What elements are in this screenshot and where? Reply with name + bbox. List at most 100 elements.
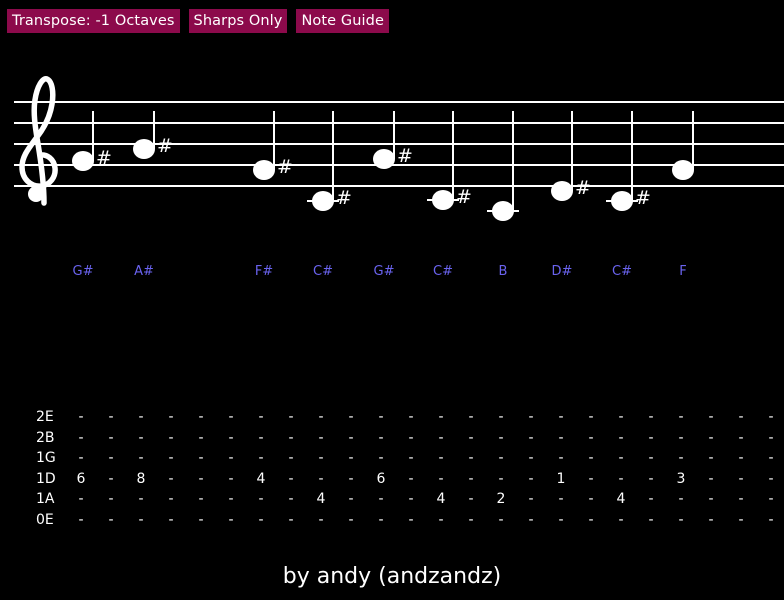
tab-cell-empty[interactable]: - [463, 450, 479, 467]
tab-cell-empty[interactable]: - [283, 512, 299, 529]
tab-cell-empty[interactable]: - [163, 430, 179, 447]
tab-cell-empty[interactable]: - [313, 450, 329, 467]
tab-cell-empty[interactable]: - [583, 491, 599, 508]
tab-cell-empty[interactable]: - [493, 471, 509, 488]
tab-cell-empty[interactable]: - [433, 450, 449, 467]
tab-cell-empty[interactable]: - [343, 512, 359, 529]
tab-cell-empty[interactable]: - [703, 512, 719, 529]
tab-cell-empty[interactable]: - [583, 512, 599, 529]
tab-cell-empty[interactable]: - [133, 450, 149, 467]
tab-cell-empty[interactable]: - [193, 430, 209, 447]
tab-cell-empty[interactable]: - [103, 430, 119, 447]
tab-cell-empty[interactable]: - [733, 471, 749, 488]
tab-cell-empty[interactable]: - [643, 512, 659, 529]
tab-cell-empty[interactable]: - [193, 450, 209, 467]
tab-cell-empty[interactable]: - [313, 471, 329, 488]
tab-cell-empty[interactable]: - [763, 491, 779, 508]
tab-cell-empty[interactable]: - [703, 450, 719, 467]
tab-cell-empty[interactable]: - [163, 409, 179, 426]
tab-cell-empty[interactable]: - [463, 491, 479, 508]
tab-cell-empty[interactable]: - [463, 471, 479, 488]
tab-cell-empty[interactable]: - [403, 430, 419, 447]
tab-cell-empty[interactable]: - [343, 430, 359, 447]
tab-cell-empty[interactable]: - [643, 450, 659, 467]
tab-cell-empty[interactable]: - [103, 471, 119, 488]
tab-cell-empty[interactable]: - [133, 491, 149, 508]
tab-cell-empty[interactable]: - [613, 450, 629, 467]
tab-cell-empty[interactable]: - [733, 409, 749, 426]
tab-cell-fret[interactable]: 6 [73, 471, 89, 488]
tab-cell-empty[interactable]: - [313, 512, 329, 529]
tab-cell-empty[interactable]: - [763, 512, 779, 529]
tab-cell-empty[interactable]: - [313, 409, 329, 426]
tab-cell-empty[interactable]: - [343, 409, 359, 426]
tab-cell-empty[interactable]: - [283, 430, 299, 447]
tab-cell-empty[interactable]: - [733, 491, 749, 508]
tab-cell-empty[interactable]: - [523, 409, 539, 426]
tab-cell-empty[interactable]: - [583, 409, 599, 426]
tab-cell-empty[interactable]: - [343, 491, 359, 508]
tab-cell-empty[interactable]: - [73, 491, 89, 508]
tab-cell-empty[interactable]: - [223, 512, 239, 529]
tab-cell-empty[interactable]: - [103, 409, 119, 426]
tab-cell-empty[interactable]: - [223, 471, 239, 488]
tab-cell-empty[interactable]: - [643, 491, 659, 508]
tab-cell-empty[interactable]: - [463, 409, 479, 426]
tab-cell-empty[interactable]: - [373, 512, 389, 529]
tab-cell-empty[interactable]: - [103, 512, 119, 529]
tab-cell-fret[interactable]: 4 [433, 491, 449, 508]
tab-cell-empty[interactable]: - [163, 512, 179, 529]
tab-cell-empty[interactable]: - [283, 471, 299, 488]
tab-cell-empty[interactable]: - [523, 512, 539, 529]
tab-cell-empty[interactable]: - [343, 450, 359, 467]
tab-cell-empty[interactable]: - [493, 409, 509, 426]
tab-cell-empty[interactable]: - [673, 409, 689, 426]
tab-cell-fret[interactable]: 6 [373, 471, 389, 488]
tab-cell-empty[interactable]: - [763, 409, 779, 426]
tab-cell-fret[interactable]: 8 [133, 471, 149, 488]
tab-cell-empty[interactable]: - [553, 512, 569, 529]
tab-cell-empty[interactable]: - [253, 430, 269, 447]
tab-cell-empty[interactable]: - [613, 409, 629, 426]
tab-cell-empty[interactable]: - [703, 409, 719, 426]
tab-cell-empty[interactable]: - [283, 491, 299, 508]
tab-cell-empty[interactable]: - [643, 409, 659, 426]
tab-cell-empty[interactable]: - [493, 430, 509, 447]
tab-cell-empty[interactable]: - [763, 450, 779, 467]
tab-cell-empty[interactable]: - [253, 491, 269, 508]
tab-cell-empty[interactable]: - [523, 430, 539, 447]
tab-cell-empty[interactable]: - [163, 450, 179, 467]
tab-cell-empty[interactable]: - [553, 430, 569, 447]
tab-cell-empty[interactable]: - [73, 512, 89, 529]
tab-cell-empty[interactable]: - [223, 450, 239, 467]
tab-cell-empty[interactable]: - [463, 512, 479, 529]
tab-cell-empty[interactable]: - [433, 430, 449, 447]
tab-cell-fret[interactable]: 4 [253, 471, 269, 488]
tab-cell-empty[interactable]: - [763, 471, 779, 488]
tab-cell-empty[interactable]: - [733, 450, 749, 467]
tab-cell-empty[interactable]: - [433, 409, 449, 426]
tab-cell-empty[interactable]: - [523, 450, 539, 467]
tab-cell-fret[interactable]: 4 [613, 491, 629, 508]
tab-cell-empty[interactable]: - [283, 409, 299, 426]
tab-cell-empty[interactable]: - [583, 430, 599, 447]
tab-cell-empty[interactable]: - [403, 450, 419, 467]
tab-cell-empty[interactable]: - [463, 430, 479, 447]
tab-cell-empty[interactable]: - [763, 430, 779, 447]
tab-cell-empty[interactable]: - [523, 471, 539, 488]
tab-cell-empty[interactable]: - [673, 430, 689, 447]
tab-cell-empty[interactable]: - [373, 450, 389, 467]
tab-cell-empty[interactable]: - [313, 430, 329, 447]
tab-cell-empty[interactable]: - [373, 409, 389, 426]
tab-cell-empty[interactable]: - [193, 409, 209, 426]
tab-cell-empty[interactable]: - [253, 450, 269, 467]
tab-cell-empty[interactable]: - [583, 450, 599, 467]
tab-cell-fret[interactable]: 2 [493, 491, 509, 508]
tab-cell-empty[interactable]: - [373, 491, 389, 508]
tab-cell-empty[interactable]: - [103, 450, 119, 467]
tab-cell-empty[interactable]: - [523, 491, 539, 508]
tab-cell-empty[interactable]: - [703, 491, 719, 508]
tab-cell-empty[interactable]: - [703, 430, 719, 447]
tab-cell-empty[interactable]: - [73, 450, 89, 467]
tab-cell-fret[interactable]: 4 [313, 491, 329, 508]
